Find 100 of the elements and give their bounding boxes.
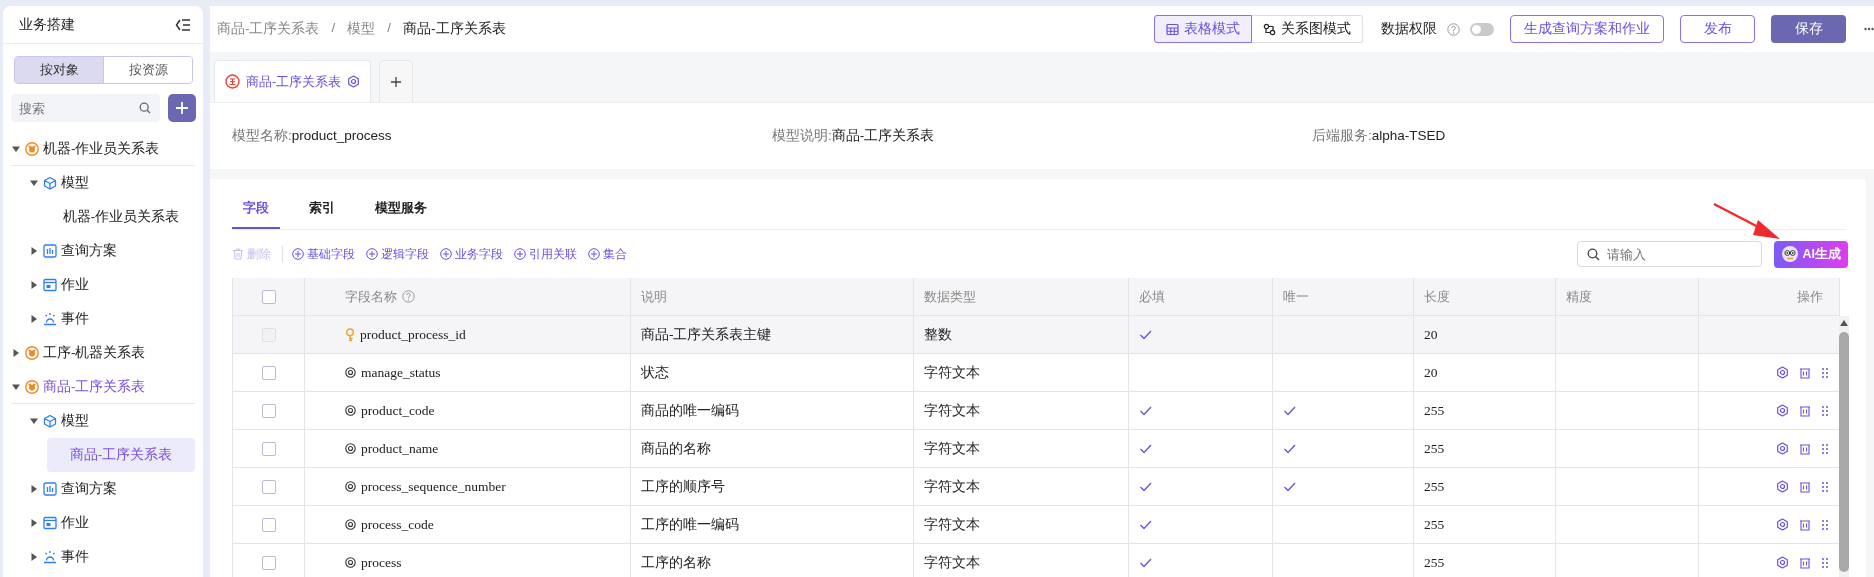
checkbox[interactable]	[261, 441, 276, 456]
caret-icon[interactable]	[29, 552, 39, 562]
view-mode-tab[interactable]: 关系图模式	[1252, 15, 1363, 43]
checkbox[interactable]	[261, 517, 276, 532]
table-cell: 商品-工序关系表主键	[631, 316, 914, 354]
tree-item-row[interactable]: 模型	[29, 166, 195, 200]
annotation-arrow	[1712, 202, 1782, 242]
search-field[interactable]: 请输入	[1576, 241, 1762, 267]
scroll-up-icon[interactable]	[1840, 320, 1848, 326]
trash-icon	[232, 248, 244, 260]
add-field-button[interactable]: 基础字段	[292, 245, 355, 263]
section-tab[interactable]: 模型服务	[364, 188, 438, 229]
tree-item[interactable]: 机器-作业员关系表	[47, 200, 195, 234]
permission-toggle[interactable]	[1470, 22, 1494, 36]
breadcrumb-link[interactable]: 商品-工序关系表	[217, 20, 320, 38]
tree-item-row[interactable]: 查询方案	[29, 234, 195, 268]
search-field[interactable]: 搜索	[11, 94, 160, 122]
info-field: 模型说明:商品-工序关系表	[772, 127, 1312, 145]
tree-item-label[interactable]: 商品-工序关系表	[43, 377, 146, 396]
tree-item-row[interactable]: 查询方案	[29, 472, 195, 506]
add-field-button[interactable]: 集合	[588, 245, 627, 263]
settings-icon[interactable]	[1776, 480, 1789, 493]
caret-icon[interactable]	[29, 280, 39, 290]
tree-item-row[interactable]: 机器-作业员关系表	[11, 132, 195, 166]
trash-icon[interactable]	[1799, 556, 1811, 569]
table-cell: 字符文本	[914, 506, 1129, 544]
sidebar-tab[interactable]: 按资源	[103, 57, 192, 83]
trash-icon[interactable]	[1799, 404, 1811, 417]
tree-item[interactable]: 事件	[61, 310, 89, 328]
checkbox[interactable]	[261, 403, 276, 418]
caret-icon[interactable]	[29, 484, 39, 494]
caret-icon[interactable]	[29, 314, 39, 324]
tree-item-row[interactable]: 事件	[29, 302, 195, 336]
add-field-button[interactable]: 逻辑字段	[366, 245, 429, 263]
table-cell: 20	[1414, 316, 1556, 354]
breadcrumb-separator: /	[331, 20, 336, 37]
tree-item[interactable]: 事件	[61, 548, 89, 566]
settings-icon[interactable]	[1776, 404, 1789, 417]
tree-item-row[interactable]: 作业	[29, 268, 195, 302]
table-cell: 字符文本	[914, 430, 1129, 468]
trash-icon[interactable]	[1799, 442, 1811, 455]
action-button[interactable]: 发布	[1680, 15, 1755, 43]
settings-icon[interactable]	[1776, 556, 1789, 569]
add-tab-button[interactable]	[379, 60, 414, 102]
section-tab[interactable]: 字段	[232, 188, 280, 229]
tree-item[interactable]: 作业	[61, 276, 89, 294]
info-field: 模型名称:product_process	[232, 127, 772, 145]
caret-icon[interactable]	[29, 518, 39, 528]
tree-item[interactable]: 模型	[61, 174, 89, 192]
tree-item[interactable]: 查询方案	[61, 480, 117, 498]
check-icon	[1139, 481, 1153, 492]
tree-item-row[interactable]: 事件	[29, 540, 195, 574]
add-field-button[interactable]: 业务字段	[440, 245, 503, 263]
tree-item[interactable]: 查询方案	[61, 242, 117, 260]
trash-icon[interactable]	[1799, 480, 1811, 493]
drag-handle-icon[interactable]	[1821, 442, 1829, 455]
tree-item[interactable]: 模型	[61, 412, 89, 430]
settings-icon[interactable]	[1776, 518, 1789, 531]
table-cell: 字符文本	[914, 544, 1129, 577]
tree-item-label[interactable]: 工序-机器关系表	[43, 344, 146, 362]
permission-label: 数据权限	[1381, 20, 1437, 38]
breadcrumb-link[interactable]: 模型	[347, 20, 376, 38]
save-button[interactable]: 保存	[1771, 15, 1846, 43]
add-field-button[interactable]: 引用关联	[514, 245, 577, 263]
document-tab[interactable]: 商品-工序关系表	[214, 60, 372, 102]
checkbox[interactable]	[261, 555, 276, 570]
settings-icon[interactable]	[1776, 366, 1789, 379]
ai-generate-button[interactable]: AI生成	[1773, 240, 1848, 268]
caret-icon[interactable]	[11, 348, 21, 358]
drag-handle-icon[interactable]	[1821, 366, 1829, 379]
collapse-menu-icon[interactable]	[175, 17, 191, 32]
sidebar-tab[interactable]: 按对象	[15, 57, 103, 83]
search-icon	[139, 102, 151, 114]
action-button[interactable]: 生成查询方案和作业	[1510, 15, 1664, 43]
checkbox[interactable]	[261, 289, 276, 304]
robot-icon	[1780, 245, 1799, 263]
drag-handle-icon[interactable]	[1821, 480, 1829, 493]
tree-item[interactable]: 作业	[61, 514, 89, 532]
checkbox[interactable]	[261, 479, 276, 494]
settings-icon[interactable]	[347, 75, 361, 88]
settings-icon[interactable]	[1776, 442, 1789, 455]
add-button[interactable]	[168, 94, 196, 122]
drag-handle-icon[interactable]	[1821, 518, 1829, 531]
tree-item-row[interactable]: 作业	[29, 506, 195, 540]
more-icon[interactable]	[1864, 27, 1874, 31]
tree-item-label[interactable]: 机器-作业员关系表	[43, 139, 160, 158]
tree-item[interactable]: 商品-工序关系表	[47, 438, 195, 472]
tree-item-row[interactable]: 模型	[29, 404, 195, 438]
caret-icon[interactable]	[29, 178, 39, 188]
tree-item-row[interactable]: 商品-工序关系表	[11, 370, 195, 404]
trash-icon[interactable]	[1799, 366, 1811, 379]
drag-handle-icon[interactable]	[1821, 404, 1829, 417]
caret-icon[interactable]	[29, 246, 39, 256]
checkbox[interactable]	[261, 365, 276, 380]
view-mode-tab[interactable]: 表格模式	[1154, 15, 1252, 43]
tree-item-row[interactable]: 工序-机器关系表	[11, 336, 195, 370]
drag-handle-icon[interactable]	[1821, 556, 1829, 569]
section-tab[interactable]: 索引	[298, 188, 346, 229]
trash-icon[interactable]	[1799, 518, 1811, 531]
caret-icon[interactable]	[29, 416, 39, 426]
